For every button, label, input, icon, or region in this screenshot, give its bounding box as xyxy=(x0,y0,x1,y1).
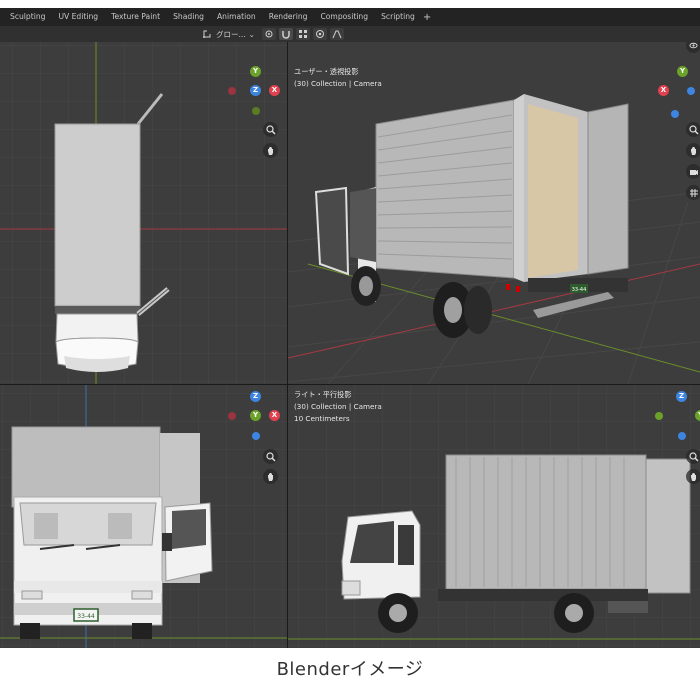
pan-button[interactable] xyxy=(263,469,278,484)
top-strip xyxy=(0,0,700,8)
gizmo-z-axis[interactable]: Z xyxy=(676,391,687,402)
caption-text: Blenderイメージ xyxy=(276,659,424,680)
viewport-info-overlay: ユーザー・透視投影 (30) Collection | Camera xyxy=(294,66,382,90)
workspace-tab-bar: Sculpting UV Editing Texture Paint Shadi… xyxy=(0,8,700,26)
grid-snap-icon xyxy=(299,30,307,38)
zoom-icon xyxy=(688,124,699,135)
magnet-icon xyxy=(282,31,290,39)
viewport-front-view[interactable]: 33-44 Z Y X xyxy=(0,385,287,648)
collection-label: (30) Collection | Camera xyxy=(294,79,382,88)
gizmo-x-axis[interactable]: X xyxy=(269,85,280,96)
view-name-label: ライト・平行投影 xyxy=(294,390,352,399)
falloff-icon xyxy=(332,30,342,39)
camera-eye-icon xyxy=(689,42,698,49)
horizontal-divider[interactable] xyxy=(0,384,700,385)
ortho-toggle-button[interactable] xyxy=(686,185,700,200)
snap-target-button[interactable] xyxy=(296,28,310,40)
gizmo-y-axis[interactable]: Y xyxy=(677,66,688,77)
tab-rendering[interactable]: Rendering xyxy=(263,10,314,24)
gizmo-z-axis[interactable]: Z xyxy=(250,85,261,96)
viewport-header: グロー... ⌄ xyxy=(0,26,700,42)
gizmo-x-axis[interactable]: X xyxy=(658,85,669,96)
gizmo-neg-z[interactable] xyxy=(678,432,686,440)
hand-icon xyxy=(690,472,696,481)
gizmo-neg-z[interactable] xyxy=(671,110,679,118)
pivot-snapping-group xyxy=(262,28,344,40)
viewport-info-overlay: ライト・平行投影 (30) Collection | Camera 10 Cen… xyxy=(294,389,382,425)
pan-button[interactable] xyxy=(263,143,278,158)
navigation-gizmo[interactable]: Y X xyxy=(658,64,700,118)
gizmo-y-axis[interactable]: Y xyxy=(250,66,261,77)
gizmo-z-axis[interactable] xyxy=(687,87,695,95)
viewport-top-view[interactable]: Y Z X xyxy=(0,42,287,384)
tab-animation[interactable]: Animation xyxy=(211,10,262,24)
camera-view-button[interactable] xyxy=(686,164,700,179)
navigation-gizmo[interactable]: Z Y X xyxy=(228,389,281,440)
gizmo-neg-y[interactable] xyxy=(655,412,663,420)
pivot-icon xyxy=(265,30,273,38)
tab-uv-editing[interactable]: UV Editing xyxy=(52,10,104,24)
camera-icon xyxy=(689,169,698,175)
gizmo-neg-x[interactable] xyxy=(228,87,236,95)
chevron-down-icon: ⌄ xyxy=(248,29,255,39)
tab-scripting[interactable]: Scripting xyxy=(375,10,421,24)
pan-button[interactable] xyxy=(686,143,700,158)
hand-icon xyxy=(267,472,273,481)
gizmo-neg-x[interactable] xyxy=(228,412,236,420)
snap-toggle-button[interactable] xyxy=(279,28,293,40)
view-name-label: ユーザー・透視投影 xyxy=(294,67,359,76)
rear-license-plate: 33-44 xyxy=(572,287,587,293)
zoom-button[interactable] xyxy=(686,122,700,137)
navigation-gizmo[interactable]: Y Z X xyxy=(228,64,281,115)
gizmo-z-axis[interactable]: Z xyxy=(250,391,261,402)
zoom-icon xyxy=(688,451,699,462)
hand-icon xyxy=(690,146,696,155)
transform-orientation-dropdown[interactable]: グロー... xyxy=(216,29,246,40)
tab-compositing[interactable]: Compositing xyxy=(314,10,374,24)
grid-icon xyxy=(689,188,698,197)
viewport-right-ortho[interactable]: ライト・平行投影 (30) Collection | Camera 10 Cen… xyxy=(288,385,700,648)
zoom-button[interactable] xyxy=(263,122,278,137)
caption-area: Blenderイメージ xyxy=(0,648,700,700)
proportional-edit-icon xyxy=(316,30,324,38)
zoom-button[interactable] xyxy=(263,449,278,464)
gizmo-y-axis[interactable]: Y xyxy=(250,410,261,421)
gizmo-neg-z[interactable] xyxy=(252,432,260,440)
tab-sculpting[interactable]: Sculpting xyxy=(4,10,51,24)
pivot-point-button[interactable] xyxy=(262,28,276,40)
transform-orientation-group: グロー... ⌄ xyxy=(203,28,255,40)
gizmo-y-axis[interactable]: Y xyxy=(695,410,700,421)
orientation-icon xyxy=(203,28,213,40)
zoom-icon xyxy=(265,451,276,462)
hand-icon xyxy=(267,146,273,155)
gizmo-neg-y[interactable] xyxy=(252,107,260,115)
truck-perspective-model: 33-44 xyxy=(314,94,629,338)
tab-texture-paint[interactable]: Texture Paint xyxy=(105,10,166,24)
proportional-edit-button[interactable] xyxy=(313,28,327,40)
front-license-plate: 33-44 xyxy=(77,613,95,620)
navigation-gizmo[interactable]: Z Y xyxy=(650,389,700,440)
vertical-divider[interactable] xyxy=(287,42,288,648)
viewport-user-perspective[interactable]: 33-44 ユーザー・透視投影 (30) Collection | Camera… xyxy=(288,42,700,384)
zoom-icon xyxy=(265,124,276,135)
camera-toggle-button[interactable] xyxy=(686,42,700,53)
zoom-button[interactable] xyxy=(686,449,700,464)
gizmo-x-axis[interactable]: X xyxy=(269,410,280,421)
pan-button[interactable] xyxy=(686,469,700,484)
collection-label: (30) Collection | Camera xyxy=(294,402,382,411)
grid-scale-label: 10 Centimeters xyxy=(294,414,350,423)
tab-shading[interactable]: Shading xyxy=(167,10,210,24)
add-workspace-button[interactable]: + xyxy=(423,12,431,23)
falloff-button[interactable] xyxy=(330,28,344,40)
